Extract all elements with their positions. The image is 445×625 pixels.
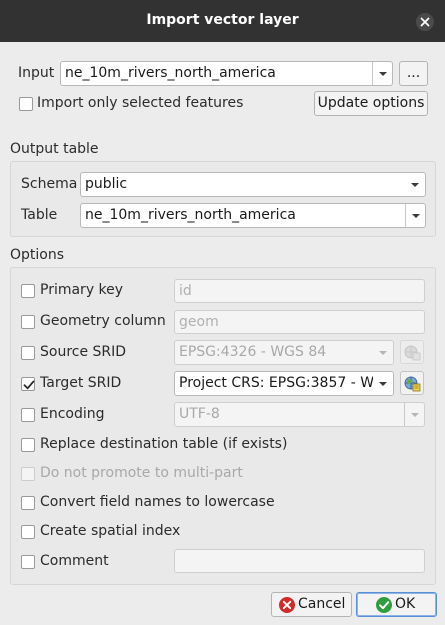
close-icon[interactable] <box>416 13 434 31</box>
primary-key-checkbox[interactable] <box>21 284 35 298</box>
primary-key-label: Primary key <box>40 282 124 298</box>
ok-label: OK <box>395 596 416 612</box>
table-combo[interactable]: ne_10m_rivers_north_america <box>80 203 426 228</box>
input-label: Input <box>18 65 55 81</box>
comment-checkbox[interactable] <box>21 555 35 569</box>
source-srid-checkbox[interactable] <box>21 346 35 360</box>
target-srid-label: Target SRID <box>40 375 122 391</box>
input-layer-value: ne_10m_rivers_north_america <box>65 65 276 81</box>
encoding-label: Encoding <box>40 406 105 422</box>
encoding-checkbox[interactable] <box>21 408 35 422</box>
table-value: ne_10m_rivers_north_america <box>85 207 296 223</box>
primary-key-placeholder: id <box>179 283 192 299</box>
no-multipart-checkbox[interactable] <box>21 467 35 481</box>
target-srid-combo[interactable]: Project CRS: EPSG:3857 - WG <box>174 371 394 396</box>
spatial-index-checkbox[interactable] <box>21 525 35 539</box>
ok-button[interactable]: OK <box>356 592 437 617</box>
geometry-column-label: Geometry column <box>40 313 166 329</box>
encoding-combo[interactable]: UTF-8 <box>174 402 425 427</box>
schema-combo[interactable]: public <box>80 172 426 197</box>
comment-label: Comment <box>40 553 109 569</box>
options-title: Options <box>10 247 65 263</box>
cancel-icon <box>278 596 296 614</box>
lowercase-label: Convert field names to lowercase <box>40 494 275 510</box>
chevron-down-icon[interactable] <box>404 403 424 426</box>
source-srid-value: EPSG:4326 - WGS 84 <box>179 344 327 360</box>
window-title: Import vector layer <box>146 12 299 28</box>
title-bar: Import vector layer <box>0 0 445 42</box>
chevron-down-icon[interactable] <box>405 204 425 227</box>
schema-value: public <box>85 176 128 192</box>
target-srid-value: Project CRS: EPSG:3857 - WG <box>179 375 385 391</box>
source-srid-label: Source SRID <box>40 344 127 360</box>
geometry-column-placeholder: geom <box>179 314 219 330</box>
chevron-down-icon[interactable] <box>373 372 393 395</box>
source-crs-selector-icon[interactable] <box>400 340 424 364</box>
import-selected-checkbox[interactable] <box>19 97 33 111</box>
source-srid-combo[interactable]: EPSG:4326 - WGS 84 <box>174 340 394 365</box>
lowercase-checkbox[interactable] <box>21 496 35 510</box>
input-layer-combo[interactable]: ne_10m_rivers_north_america <box>60 61 393 86</box>
output-table-title: Output table <box>10 141 99 157</box>
geometry-column-input[interactable]: geom <box>174 310 425 334</box>
import-selected-label: Import only selected features <box>37 95 244 111</box>
chevron-down-icon[interactable] <box>405 173 425 196</box>
update-options-button[interactable]: Update options <box>314 91 428 116</box>
encoding-value: UTF-8 <box>179 406 220 422</box>
comment-input[interactable] <box>174 549 425 573</box>
ok-check-icon <box>375 596 393 614</box>
cancel-label: Cancel <box>298 596 346 612</box>
replace-table-checkbox[interactable] <box>21 438 35 452</box>
replace-table-label: Replace destination table (if exists) <box>40 436 288 452</box>
no-multipart-label: Do not promote to multi-part <box>40 465 243 481</box>
checkmark-icon <box>23 380 35 390</box>
geometry-column-checkbox[interactable] <box>21 315 35 329</box>
chevron-down-icon[interactable] <box>373 341 393 364</box>
spatial-index-label: Create spatial index <box>40 523 181 539</box>
primary-key-input[interactable]: id <box>174 279 425 303</box>
cancel-button[interactable]: Cancel <box>271 592 352 617</box>
browse-button[interactable]: ... <box>399 61 428 86</box>
target-crs-selector-icon[interactable] <box>400 371 424 395</box>
table-label: Table <box>21 207 58 223</box>
chevron-down-icon[interactable] <box>372 62 392 85</box>
schema-label: Schema <box>21 176 78 192</box>
target-srid-checkbox[interactable] <box>21 377 35 391</box>
